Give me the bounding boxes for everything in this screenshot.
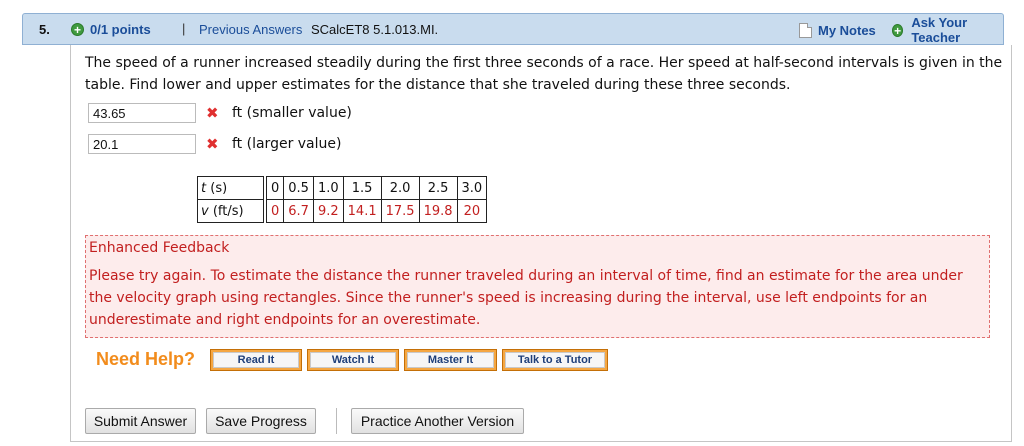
answer-row-larger: ✖ ft (larger value) bbox=[88, 133, 341, 155]
smaller-value-label: ft (smaller value) bbox=[232, 105, 352, 121]
plus-circle-icon: + bbox=[71, 23, 84, 37]
feedback-title: Enhanced Feedback bbox=[89, 240, 230, 256]
talk-to-tutor-label: Talk to a Tutor bbox=[505, 352, 605, 368]
read-it-label: Read It bbox=[213, 352, 299, 368]
speed-cell: 6.7 bbox=[283, 199, 314, 223]
watch-it-button[interactable]: Watch It bbox=[307, 349, 399, 371]
larger-value-input[interactable] bbox=[88, 134, 196, 154]
submit-answer-button[interactable]: Submit Answer bbox=[85, 408, 196, 434]
answer-row-smaller: ✖ ft (smaller value) bbox=[88, 102, 352, 124]
points-link[interactable]: 0/1 points bbox=[90, 22, 151, 37]
previous-answers-link[interactable]: Previous Answers bbox=[199, 22, 302, 37]
read-it-button[interactable]: Read It bbox=[210, 349, 302, 371]
speed-header: v (ft/s) bbox=[197, 199, 264, 223]
speed-cell: 0 bbox=[265, 199, 285, 223]
time-cell: 2.0 bbox=[380, 176, 420, 200]
ask-teacher-button[interactable]: + Ask Your Teacher bbox=[892, 15, 1003, 45]
speed-cell: 19.8 bbox=[418, 199, 458, 223]
time-cell: 1.0 bbox=[312, 176, 344, 200]
button-divider bbox=[336, 408, 337, 434]
speed-cell: 17.5 bbox=[380, 199, 420, 223]
speed-cell: 14.1 bbox=[342, 199, 382, 223]
header-separator: | bbox=[182, 21, 186, 36]
time-cell: 3.0 bbox=[456, 176, 488, 200]
table-row-time: t (s) 0 0.5 1.0 1.5 2.0 2.5 3.0 bbox=[197, 176, 488, 200]
smaller-value-input[interactable] bbox=[88, 103, 196, 123]
need-help-label: Need Help? bbox=[96, 349, 196, 369]
problem-code: SCalcET8 5.1.013.MI. bbox=[311, 22, 439, 37]
speed-table: t (s) 0 0.5 1.0 1.5 2.0 2.5 3.0 v (ft/s)… bbox=[197, 176, 488, 223]
master-it-label: Master It bbox=[407, 352, 494, 368]
practice-another-version-button[interactable]: Practice Another Version bbox=[351, 408, 524, 434]
feedback-body: Please try again. To estimate the distan… bbox=[89, 268, 963, 328]
plus-circle-icon: + bbox=[892, 23, 904, 37]
time-cell: 1.5 bbox=[342, 176, 382, 200]
table-row-speed: v (ft/s) 0 6.7 9.2 14.1 17.5 19.8 20 bbox=[197, 199, 488, 223]
master-it-button[interactable]: Master It bbox=[404, 349, 497, 371]
speed-cell: 9.2 bbox=[312, 199, 344, 223]
time-cell: 0 bbox=[265, 176, 285, 200]
x-mark-icon: ✖ bbox=[206, 135, 219, 153]
watch-it-label: Watch It bbox=[310, 352, 396, 368]
time-cell: 0.5 bbox=[283, 176, 314, 200]
time-cell: 2.5 bbox=[418, 176, 458, 200]
my-notes-label: My Notes bbox=[818, 22, 876, 38]
x-mark-icon: ✖ bbox=[206, 104, 219, 122]
note-page-icon bbox=[799, 22, 812, 38]
question-text: The speed of a runner increased steadily… bbox=[85, 55, 1003, 93]
question-header: 5. + 0/1 points | Previous Answers SCalc… bbox=[22, 13, 1004, 45]
save-progress-button[interactable]: Save Progress bbox=[206, 408, 316, 434]
my-notes-button[interactable]: My Notes bbox=[799, 20, 876, 40]
question-number: 5. bbox=[39, 22, 50, 37]
ask-teacher-label: Ask Your Teacher bbox=[911, 15, 968, 45]
time-header: t (s) bbox=[197, 176, 264, 200]
talk-to-tutor-button[interactable]: Talk to a Tutor bbox=[502, 349, 608, 371]
larger-value-label: ft (larger value) bbox=[232, 136, 342, 152]
speed-cell: 20 bbox=[456, 199, 488, 223]
